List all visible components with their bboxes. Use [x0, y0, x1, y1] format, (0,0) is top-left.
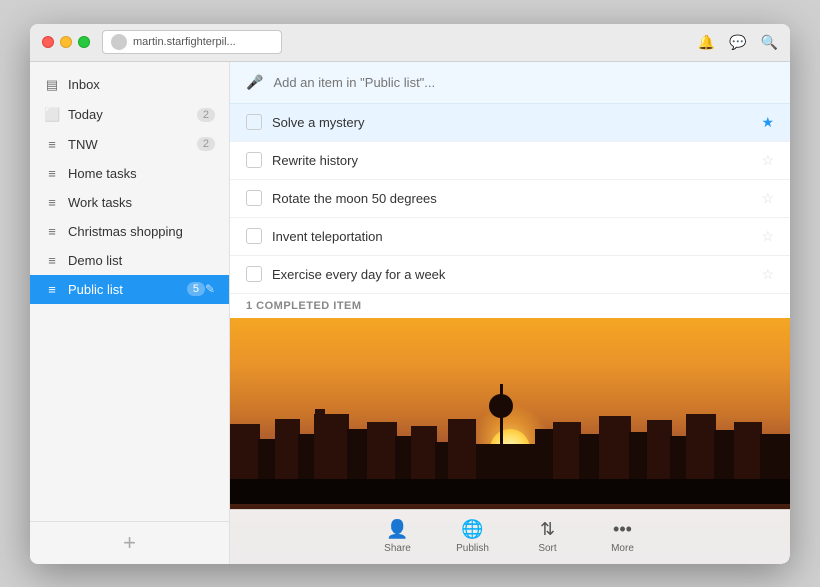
task-checkbox[interactable] — [246, 190, 262, 206]
mic-icon: 🎤 — [246, 74, 263, 91]
toolbar-share-button[interactable]: 👤 Share — [375, 519, 420, 554]
edit-icon[interactable]: ✎ — [205, 282, 215, 296]
task-checkbox[interactable] — [246, 152, 262, 168]
city-silhouette — [230, 384, 790, 504]
list-icon: ≡ — [44, 195, 60, 210]
title-bar-icons: 🔔 💬 🔍 — [698, 34, 778, 51]
toolbar-publish-button[interactable]: 🌐 Publish — [450, 519, 495, 554]
sidebar-item-label: Home tasks — [68, 166, 215, 181]
task-label: Invent teleportation — [272, 229, 761, 244]
task-label: Exercise every day for a week — [272, 267, 761, 282]
add-item-input[interactable] — [273, 75, 774, 90]
task-label: Solve a mystery — [272, 115, 761, 130]
title-bar: martin.starfighterpil... 🔔 💬 🔍 — [30, 24, 790, 62]
close-button[interactable] — [42, 36, 54, 48]
sidebar-item-public-list[interactable]: ≡ Public list5 ✎ — [30, 275, 229, 304]
sidebar-item-inbox[interactable]: ▤ Inbox — [30, 70, 229, 100]
task-star[interactable]: ☆ — [761, 190, 774, 207]
calendar-icon: ⬜ — [44, 107, 60, 123]
toolbar-sort-button[interactable]: ⇅ Sort — [525, 519, 570, 554]
traffic-lights — [42, 36, 90, 48]
sidebar-item-count: 2 — [197, 137, 215, 151]
completed-bar[interactable]: 1 COMPLETED ITEM — [230, 294, 790, 318]
sidebar-item-count: 5 — [187, 282, 205, 296]
toolbar-btn-label: Share — [384, 543, 411, 554]
add-list-button[interactable]: + — [123, 532, 136, 554]
task-label: Rotate the moon 50 degrees — [272, 191, 761, 206]
sidebar-item-tnw[interactable]: ≡ TNW2 — [30, 130, 229, 159]
task-checkbox[interactable] — [246, 228, 262, 244]
task-item[interactable]: Solve a mystery★ — [230, 104, 790, 142]
sort-icon: ⇅ — [540, 519, 555, 540]
task-star[interactable]: ☆ — [761, 152, 774, 169]
task-star[interactable]: ☆ — [761, 266, 774, 283]
maximize-button[interactable] — [78, 36, 90, 48]
sidebar-item-today[interactable]: ⬜ Today2 — [30, 100, 229, 130]
list-icon: ≡ — [44, 253, 60, 268]
sidebar-item-label: Work tasks — [68, 195, 215, 210]
sidebar-item-label: Today — [68, 107, 197, 122]
chat-icon[interactable]: 💬 — [729, 34, 746, 51]
task-label: Rewrite history — [272, 153, 761, 168]
main-content: ▤Inbox⬜Today2≡TNW2≡Home tasks≡Work tasks… — [30, 62, 790, 564]
sidebar-item-demo-list[interactable]: ≡ Demo list — [30, 246, 229, 275]
publish-icon: 🌐 — [461, 519, 483, 540]
task-item[interactable]: Rotate the moon 50 degrees☆ — [230, 180, 790, 218]
url-text: martin.starfighterpil... — [133, 36, 236, 48]
toolbar-btn-label: More — [611, 543, 634, 554]
city-background: 👤 Share 🌐 Publish ⇅ Sort ••• More — [230, 318, 790, 564]
url-bar[interactable]: martin.starfighterpil... — [102, 30, 282, 54]
sidebar-items: ▤Inbox⬜Today2≡TNW2≡Home tasks≡Work tasks… — [30, 62, 229, 521]
search-icon[interactable]: 🔍 — [761, 34, 778, 51]
list-icon: ≡ — [44, 137, 60, 152]
notification-icon[interactable]: 🔔 — [698, 34, 715, 51]
toolbar-btn-label: Sort — [538, 543, 556, 554]
sidebar-item-label: Public list — [68, 282, 187, 297]
task-star[interactable]: ★ — [761, 114, 774, 131]
sidebar-item-christmas-shopping[interactable]: ≡ Christmas shopping — [30, 217, 229, 246]
list-icon: ≡ — [44, 224, 60, 239]
inbox-icon: ▤ — [44, 77, 60, 93]
task-item[interactable]: Rewrite history☆ — [230, 142, 790, 180]
sidebar: ▤Inbox⬜Today2≡TNW2≡Home tasks≡Work tasks… — [30, 62, 230, 564]
sidebar-item-label: Demo list — [68, 253, 215, 268]
task-checkbox[interactable] — [246, 266, 262, 282]
task-list: Solve a mystery★Rewrite history☆Rotate t… — [230, 104, 790, 294]
task-area: 🎤 Solve a mystery★Rewrite history☆Rotate… — [230, 62, 790, 564]
sidebar-item-label: TNW — [68, 137, 197, 152]
sidebar-footer: + — [30, 521, 229, 564]
toolbar-more-button[interactable]: ••• More — [600, 519, 645, 554]
task-checkbox[interactable] — [246, 114, 262, 130]
minimize-button[interactable] — [60, 36, 72, 48]
list-icon: ≡ — [44, 282, 60, 297]
sidebar-item-count: 2 — [197, 108, 215, 122]
more-icon: ••• — [613, 519, 632, 540]
sidebar-item-label: Christmas shopping — [68, 224, 215, 239]
task-item[interactable]: Exercise every day for a week☆ — [230, 256, 790, 294]
toolbar-btn-label: Publish — [456, 543, 489, 554]
bottom-toolbar: 👤 Share 🌐 Publish ⇅ Sort ••• More — [230, 509, 790, 564]
add-item-bar: 🎤 — [230, 62, 790, 104]
list-icon: ≡ — [44, 166, 60, 181]
browser-window: martin.starfighterpil... 🔔 💬 🔍 ▤ Inbox ⬜ To… — [30, 24, 790, 564]
task-star[interactable]: ☆ — [761, 228, 774, 245]
sidebar-item-label: Inbox — [68, 77, 215, 92]
avatar-icon — [111, 34, 127, 50]
share-icon: 👤 — [386, 519, 408, 540]
sidebar-item-work-tasks[interactable]: ≡ Work tasks — [30, 188, 229, 217]
sidebar-item-home-tasks[interactable]: ≡ Home tasks — [30, 159, 229, 188]
task-item[interactable]: Invent teleportation☆ — [230, 218, 790, 256]
